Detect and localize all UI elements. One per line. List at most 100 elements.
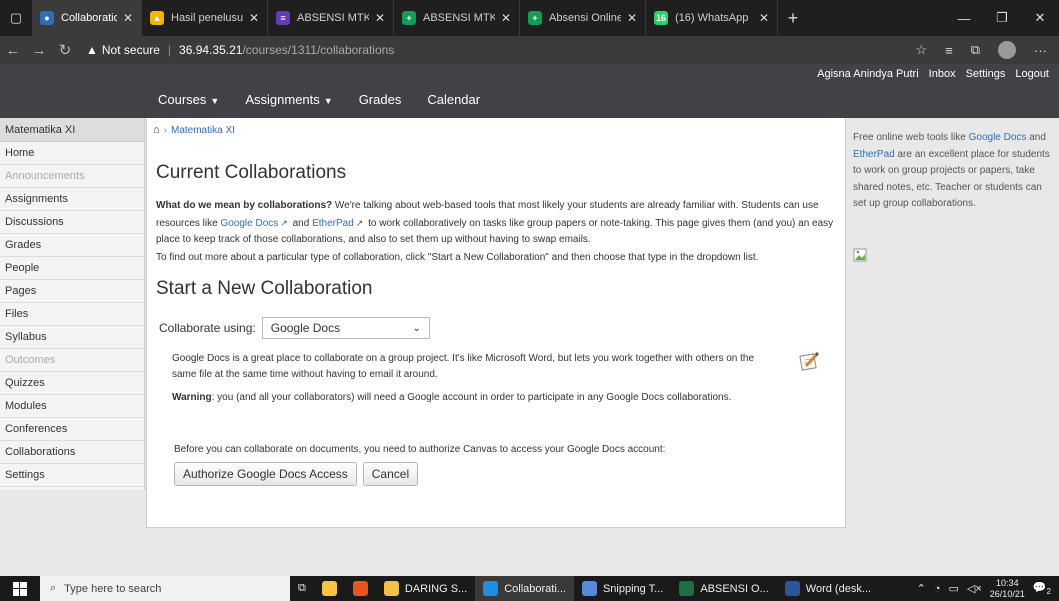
sidebar-item-settings[interactable]: Settings [0, 464, 144, 487]
identity-bar: Agisna Anindya Putri Inbox Settings Logo… [817, 68, 1049, 80]
browser-tab[interactable]: ≡ ABSENSI MTK WAJIB 1 ✕ [268, 0, 394, 36]
tab-favicon-icon: ≡ [276, 11, 290, 25]
sidebar-item-assignments[interactable]: Assignments [0, 188, 144, 211]
collab-description: Google Docs is a great place to collabor… [172, 353, 755, 380]
nav-assignments[interactable]: Assignments ▼ [245, 92, 332, 107]
inbox-link[interactable]: Inbox [929, 68, 956, 80]
sidebar-item-home[interactable]: Home [0, 142, 144, 165]
url-host: 36.94.35.21 [179, 43, 243, 57]
chevron-down-icon: ▼ [323, 96, 333, 106]
sidebar-info: Free online web tools like Google Docs a… [853, 132, 1050, 209]
url-separator: | [167, 43, 172, 57]
sidebar-item-grades[interactable]: Grades [0, 234, 144, 257]
sidebar-item-modules[interactable]: Modules [0, 395, 144, 418]
etherpad-link[interactable]: EtherPad [312, 218, 354, 229]
windows-start-icon[interactable] [0, 581, 40, 596]
sidebar-etherpad-link[interactable]: EtherPad [853, 149, 895, 160]
search-icon: ⌕ [50, 582, 57, 594]
tab-title: Collaboration: Matem [61, 12, 117, 24]
taskbar-app[interactable]: Snipping T... [574, 576, 671, 601]
tab-close-icon[interactable]: ✕ [759, 11, 769, 25]
tab-title: Absensi Online Materi [549, 12, 621, 24]
cancel-button[interactable]: Cancel [362, 462, 419, 486]
chevron-down-icon: ▼ [210, 96, 220, 106]
new-tab-button[interactable]: + [778, 0, 808, 36]
tab-title: ABSENSI MTK WAJIB 1 [297, 12, 369, 24]
sidebar-item-files[interactable]: Files [0, 303, 144, 326]
network-icon[interactable]: ◔ [934, 583, 941, 595]
tab-title: (16) WhatsApp [675, 12, 749, 24]
clock-time: 10:34 [996, 577, 1019, 588]
browser-tab[interactable]: + Absensi Online Materi ✕ [520, 0, 646, 36]
home-icon[interactable]: ⌂ [153, 124, 160, 136]
sidebar-item-conferences[interactable]: Conferences [0, 418, 144, 441]
nav-grades[interactable]: Grades [359, 92, 402, 107]
reload-icon[interactable]: ↻ [52, 41, 78, 59]
intro-bold: What do we mean by collaborations? [156, 200, 333, 211]
tab-close-icon[interactable]: ✕ [249, 11, 259, 25]
collections-icon[interactable]: ⧉ [971, 42, 980, 58]
tab-close-icon[interactable]: ✕ [123, 11, 133, 25]
chevron-up-icon[interactable]: ⌃ [917, 582, 926, 595]
taskbar-app[interactable] [314, 576, 345, 601]
logout-link[interactable]: Logout [1015, 68, 1049, 80]
minimize-icon[interactable]: — [945, 0, 983, 36]
taskbar-app[interactable]: Collaborati... [475, 576, 574, 601]
breadcrumb: ⌂ › Matematika XI [153, 124, 235, 136]
favorite-star-icon[interactable]: ☆ [915, 42, 927, 58]
collab-type-select[interactable]: Google Docs ⌄ [261, 317, 430, 339]
taskbar-app[interactable]: DARING S... [376, 576, 475, 601]
url-field[interactable]: ▲ Not secure | 36.94.35.21 /courses/1311… [86, 43, 394, 57]
user-name[interactable]: Agisna Anindya Putri [817, 68, 919, 80]
tab-favicon-icon: ▲ [150, 11, 164, 25]
taskbar-search[interactable]: ⌕ Type here to search [40, 576, 290, 601]
nav-courses[interactable]: Courses ▼ [158, 92, 219, 107]
taskbar-app[interactable]: Word (desk... [777, 576, 879, 601]
favorites-icon[interactable]: ≡ [945, 43, 953, 58]
profile-avatar[interactable] [998, 41, 1016, 59]
sidebar-google-docs-link[interactable]: Google Docs [969, 132, 1027, 143]
page-title: Current Collaborations [156, 162, 347, 183]
nav-calendar[interactable]: Calendar [427, 92, 480, 107]
tab-close-icon[interactable]: ✕ [501, 11, 511, 25]
browser-tab[interactable]: ● Collaboration: Matem ✕ [32, 0, 142, 36]
settings-link[interactable]: Settings [966, 68, 1006, 80]
sidebar-item-people[interactable]: People [0, 257, 144, 280]
warning-text: Warning: you (and all your collaborators… [172, 392, 732, 403]
sidebar-item-syllabus[interactable]: Syllabus [0, 326, 144, 349]
sidebar-item-outcomes[interactable]: Outcomes [0, 349, 144, 372]
tab-favicon-icon: 16 [654, 11, 668, 25]
sidebar-item-announcements[interactable]: Announcements [0, 165, 144, 188]
sidebar-item-collaborations[interactable]: Collaborations [0, 441, 144, 464]
task-view-icon[interactable]: ⧉ [290, 576, 314, 601]
battery-icon[interactable]: ▭ [949, 582, 959, 595]
system-tray: ⌃ ◔ ▭ ◁× 10:34 26/10/21 💬2 [917, 578, 1059, 600]
forward-icon[interactable]: → [26, 42, 52, 59]
authorize-button[interactable]: Authorize Google Docs Access [174, 462, 357, 486]
tab-favicon-icon: ● [40, 11, 54, 25]
sidebar-item-pages[interactable]: Pages [0, 280, 144, 303]
tab-close-icon[interactable]: ✕ [627, 11, 637, 25]
browser-tab[interactable]: 16 (16) WhatsApp ✕ [646, 0, 778, 36]
browser-toolbar: ☆ ≡ ⧉ ··· [915, 41, 1059, 59]
close-window-icon[interactable]: ✕ [1021, 0, 1059, 36]
app-label: ABSENSI O... [700, 582, 769, 595]
app-icon [383, 581, 399, 596]
back-icon[interactable]: ← [0, 42, 26, 59]
tab-close-icon[interactable]: ✕ [375, 11, 385, 25]
more-icon[interactable]: ··· [1034, 43, 1047, 58]
notification-icon[interactable]: 💬2 [1033, 581, 1051, 596]
google-docs-link[interactable]: Google Docs [220, 218, 278, 229]
clock[interactable]: 10:34 26/10/21 [990, 578, 1025, 600]
sidebar-item-discussions[interactable]: Discussions [0, 211, 144, 234]
tab-actions-icon[interactable]: ▢ [0, 0, 32, 36]
course-name[interactable]: Matematika XI [0, 118, 144, 142]
taskbar-app[interactable] [345, 576, 376, 601]
taskbar-app[interactable]: ABSENSI O... [671, 576, 776, 601]
browser-tab[interactable]: + ABSENSI MTK WAJIB 1 ✕ [394, 0, 520, 36]
restore-icon[interactable]: ❐ [983, 0, 1021, 36]
sidebar-item-quizzes[interactable]: Quizzes [0, 372, 144, 395]
volume-icon[interactable]: ◁× [967, 582, 982, 595]
browser-tab[interactable]: ▲ Hasil penelusuran - Go ✕ [142, 0, 268, 36]
breadcrumb-course[interactable]: Matematika XI [171, 125, 235, 136]
